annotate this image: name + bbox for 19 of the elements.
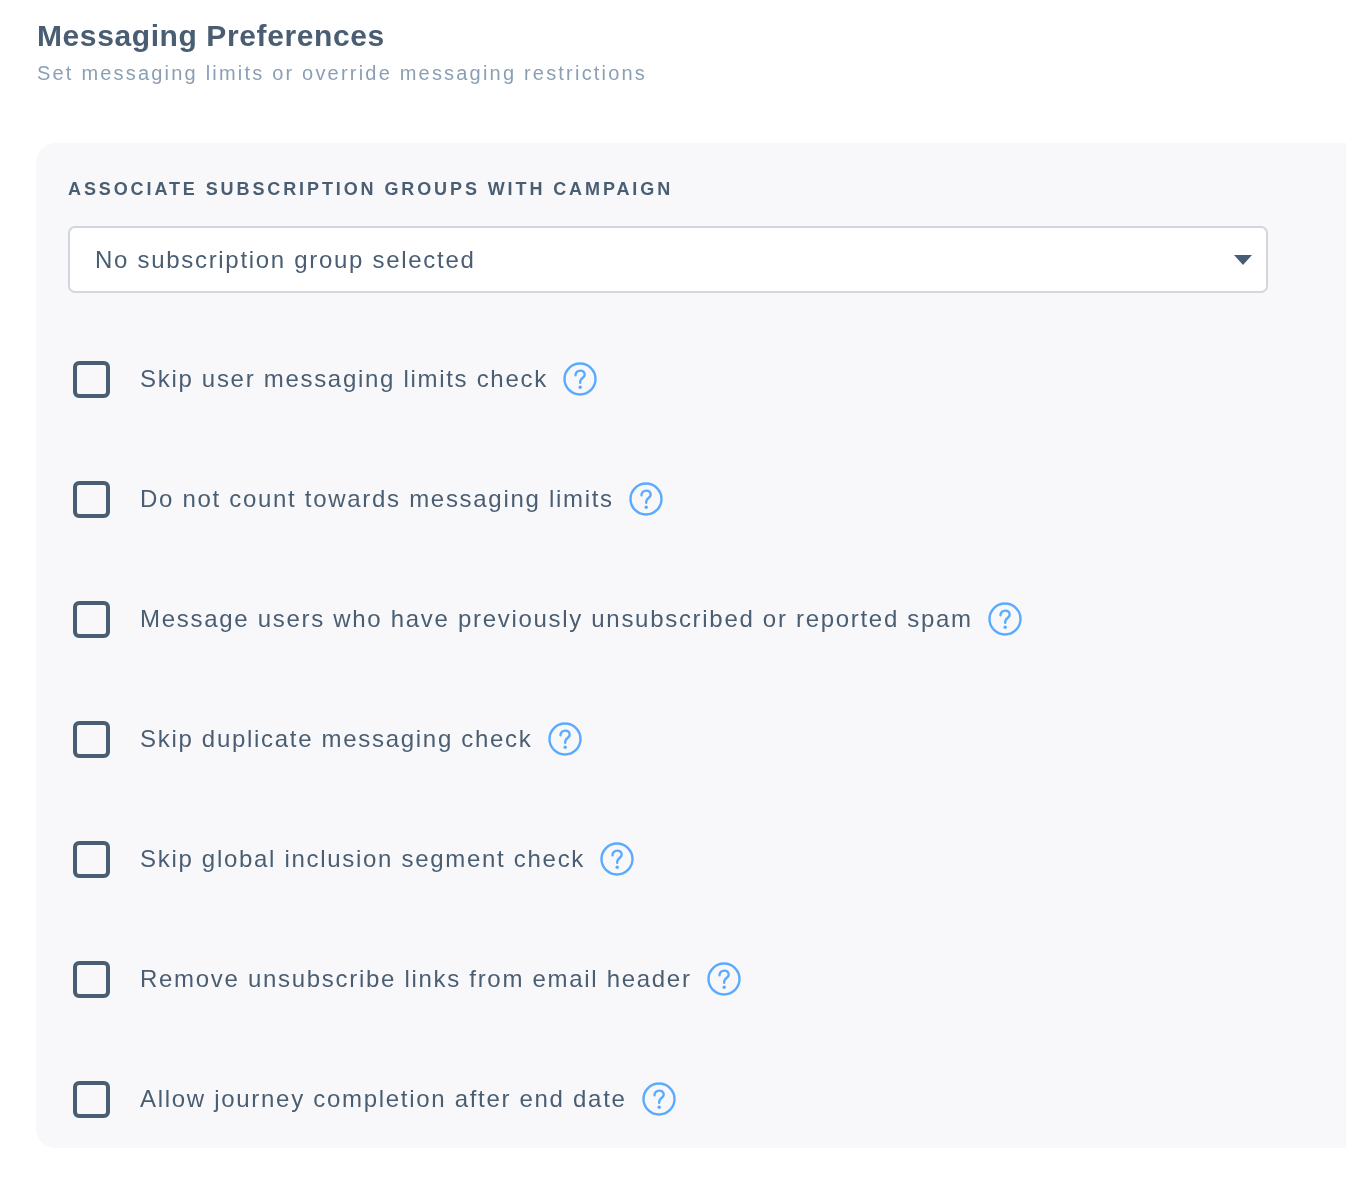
option-label: Skip user messaging limits check [140,364,548,394]
checkbox[interactable] [73,960,110,998]
option-label: Skip duplicate messaging check [140,724,533,754]
option-label: Do not count towards messaging limits [140,484,614,514]
option-label: Allow journey completion after end date [140,1084,627,1114]
option-label: Remove unsubscribe links from email header [140,964,692,994]
subscription-group-dropdown[interactable]: No subscription group selected [68,226,1268,293]
checkbox[interactable] [73,720,110,758]
section-label: ASSOCIATE SUBSCRIPTION GROUPS WITH CAMPAIGN [68,178,674,200]
page-subtitle: Set messaging limits or override messaging restrictions [37,61,648,86]
option-label: Skip global inclusion segment check [140,844,586,874]
caret-icon [1234,254,1252,265]
checkbox[interactable] [73,480,110,518]
page-title: Messaging Preferences [37,18,385,54]
checkbox[interactable] [73,1080,110,1118]
checkbox[interactable] [73,600,110,638]
option-label: Message users who have previously unsubscribed or reported spam [140,604,973,634]
checkbox[interactable] [73,360,110,398]
checkbox[interactable] [73,840,110,878]
